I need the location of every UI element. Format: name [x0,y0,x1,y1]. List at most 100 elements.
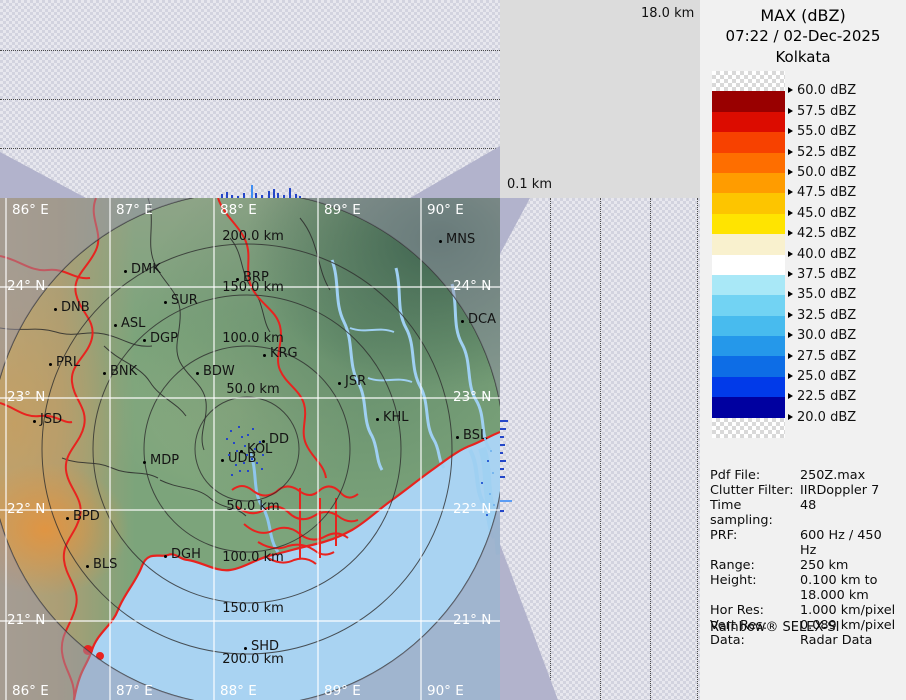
city-marker [143,339,146,342]
parallel-label: 23° N [7,389,45,405]
metadata-row: Pdf File:250Z.max [710,468,900,483]
echo-speck [247,470,249,472]
city-marker [236,278,239,281]
range-ring-label: 200.0 km [222,229,284,244]
height-axis-min-label: 0.1 km [507,177,552,192]
echo-spike [289,188,291,198]
city-marker [114,324,117,327]
range-ring-label: 100.0 km [222,550,284,565]
scale-band [712,275,785,295]
city-label: MDP [150,453,179,468]
meridian-label: 87° E [116,202,153,218]
metadata-row: Height:0.100 km to [710,573,900,588]
city-marker [164,301,167,304]
scale-band [712,132,785,152]
height-gridline [0,50,500,51]
metadata-row: Clutter Filter:IIRDoppler 7 [710,483,900,498]
scale-band [712,173,785,193]
echo-speck [233,442,235,444]
meridian-label: 86° E [12,683,49,699]
city-marker [461,320,464,323]
legend-label: 25.0 dBZ [788,369,856,384]
height-gridline [550,198,551,700]
info-panel: MAX (dBZ) 07:22 / 02-Dec-2025 Kolkata 60… [700,0,906,700]
metadata-label: PRF: [710,528,800,558]
out-of-range-wedge [0,152,86,198]
echo-speck [486,514,488,516]
echo-spike [273,189,275,198]
city-marker [196,372,199,375]
legend-label: 27.5 dBZ [788,349,856,364]
echo-speck [235,464,237,466]
metadata-value: 48 [800,498,900,528]
scale-band [712,91,785,111]
echo-speck [230,430,232,432]
echo-dash [500,452,503,454]
product-title: MAX (dBZ) [700,5,906,26]
metadata-value: 0.100 km to [800,573,900,588]
echo-speck [226,438,228,440]
echo-dash [500,460,506,462]
city-label: KHL [383,410,409,425]
scale-band [712,153,785,173]
color-scale [712,71,785,438]
city-label: ASL [121,316,145,331]
timestamp: 07:22 / 02-Dec-2025 [700,26,906,47]
metadata-label: Range: [710,558,800,573]
legend-label: 52.5 dBZ [788,145,856,160]
scale-band [712,316,785,336]
meridian-label: 90° E [427,202,464,218]
metadata-label: Data: [710,633,800,648]
echo-speck [252,428,254,430]
scale-band [712,214,785,234]
metadata-row: 18.000 km [710,588,900,603]
metadata-label: Pdf File: [710,468,800,483]
echo-speck [244,445,246,447]
city-label: KRG [270,346,298,361]
meridian-label: 86° E [12,202,49,218]
scale-band [712,71,785,91]
echo-speck [246,454,248,456]
range-ring-label: 200.0 km [222,652,284,667]
city-label: DGP [150,331,178,346]
scale-band [712,418,785,438]
city-marker [221,459,224,462]
city-label: SHD [251,639,279,654]
scale-band [712,356,785,376]
echo-speck [231,474,233,476]
top-height-projection-panel [0,0,500,198]
meridian-label: 88° E [220,683,257,699]
metadata-row: Time sampling:48 [710,498,900,528]
scale-band [712,112,785,132]
city-marker [338,382,341,385]
legend-label: 35.0 dBZ [788,287,856,302]
legend-label: 30.0 dBZ [788,328,856,343]
metadata-value: 250 km [800,558,900,573]
echo-speck [243,462,245,464]
legend-label: 57.5 dBZ [788,104,856,119]
echo-speck [251,458,253,460]
legend-label: 42.5 dBZ [788,226,856,241]
city-label: BRP [243,270,269,285]
city-label: JSR [345,374,366,389]
parallel-label: 22° N [7,501,45,517]
height-gridline [697,198,698,700]
echo-spike [251,185,253,198]
height-axis-max-label: 18.0 km [641,6,694,21]
city-marker [376,418,379,421]
height-gridline [650,198,651,700]
legend-label: 45.0 dBZ [788,206,856,221]
radar-plan-view-map: 86° E86° E87° E87° E88° E88° E89° E89° E… [0,198,500,700]
echo-speck [493,504,495,506]
parallel-label: 21° N [453,612,491,628]
legend-label: 22.5 dBZ [788,389,856,404]
scale-band [712,193,785,213]
city-marker [54,308,57,311]
legend-label: 47.5 dBZ [788,185,856,200]
scale-band [712,295,785,315]
parallel-label: 24° N [7,278,45,294]
metadata-value: 18.000 km [800,588,900,603]
echo-dash [500,510,504,512]
city-label: JSD [40,412,62,427]
scale-band [712,255,785,275]
